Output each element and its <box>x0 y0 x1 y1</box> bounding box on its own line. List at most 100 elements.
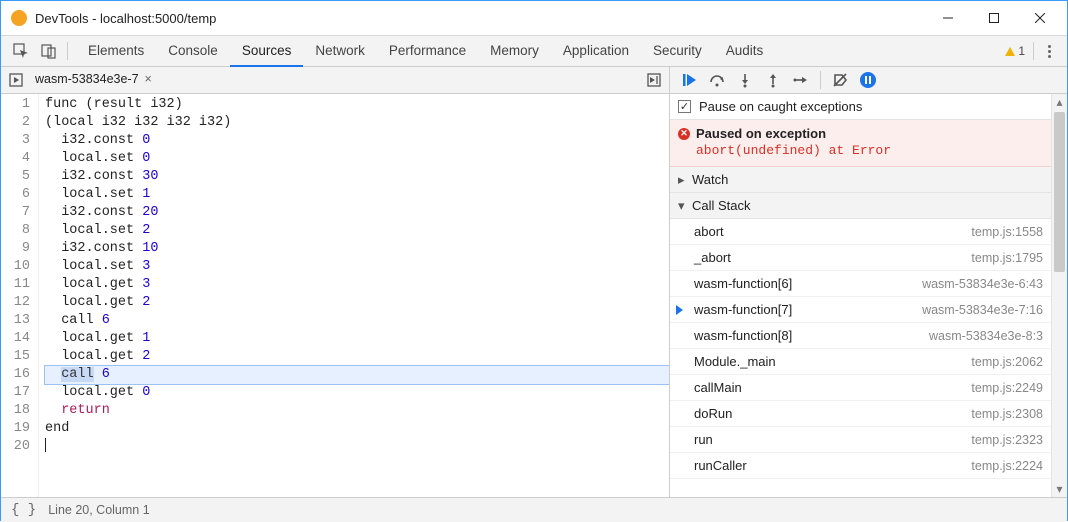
panel-tab-audits[interactable]: Audits <box>714 35 776 67</box>
code-line[interactable]: return <box>45 402 669 420</box>
panel-tab-security[interactable]: Security <box>641 35 714 67</box>
stack-frame[interactable]: wasm-function[6] wasm-53834e3e-6:43 <box>670 271 1051 297</box>
stack-frame[interactable]: _abort temp.js:1795 <box>670 245 1051 271</box>
window-close-button[interactable] <box>1017 3 1063 33</box>
stack-frame-location: temp.js:2224 <box>971 459 1043 473</box>
panel-tab-application[interactable]: Application <box>551 35 641 67</box>
code-line[interactable]: local.set 0 <box>45 150 669 168</box>
stack-frame[interactable]: doRun temp.js:2308 <box>670 401 1051 427</box>
stack-frame-function: wasm-function[8] <box>694 328 792 343</box>
stack-frame-function: abort <box>694 224 724 239</box>
panel-tab-elements[interactable]: Elements <box>76 35 156 67</box>
chevron-down-icon: ▾ <box>678 198 688 214</box>
step-out-button[interactable] <box>760 68 786 92</box>
stack-frame-location: wasm-53834e3e-7:16 <box>922 303 1043 317</box>
stack-frame-location: temp.js:2308 <box>971 407 1043 421</box>
panel-tab-sources[interactable]: Sources <box>230 35 304 67</box>
stack-frame-function: run <box>694 432 713 447</box>
checkbox-checked-icon[interactable] <box>678 100 691 113</box>
cursor-position: Line 20, Column 1 <box>48 503 149 517</box>
code-line[interactable]: local.get 2 <box>45 348 669 366</box>
code-area[interactable]: func (result i32)(local i32 i32 i32 i32)… <box>39 94 669 497</box>
code-line[interactable]: local.set 2 <box>45 222 669 240</box>
sidebar-content: Pause on caught exceptions ✕ Paused on e… <box>670 94 1051 497</box>
line-gutter: 1234567891011121314151617181920 <box>1 94 39 497</box>
stack-frame-location: temp.js:2062 <box>971 355 1043 369</box>
code-line[interactable]: local.get 0 <box>45 384 669 402</box>
window-maximize-button[interactable] <box>971 3 1017 33</box>
step-button[interactable] <box>788 68 814 92</box>
stack-frame[interactable]: run temp.js:2323 <box>670 427 1051 453</box>
code-line[interactable]: call 6 <box>45 366 669 384</box>
code-line[interactable]: (local i32 i32 i32 i32) <box>45 114 669 132</box>
deactivate-breakpoints-button[interactable] <box>827 68 853 92</box>
stack-frame-function: runCaller <box>694 458 747 473</box>
paused-exception-banner: ✕ Paused on exception abort(undefined) a… <box>670 120 1051 167</box>
code-line[interactable]: i32.const 20 <box>45 204 669 222</box>
file-tab-name: wasm-53834e3e-7 <box>35 72 139 86</box>
scroll-up-icon[interactable]: ▴ <box>1052 94 1067 110</box>
stack-frame[interactable]: wasm-function[8]wasm-53834e3e-8:3 <box>670 323 1051 349</box>
code-line[interactable]: end <box>45 420 669 438</box>
exception-title: Paused on exception <box>696 126 826 141</box>
file-tab-strip: wasm-53834e3e-7 × <box>1 67 669 94</box>
debugger-toolbar <box>670 67 1067 94</box>
stack-frame-location: wasm-53834e3e-6:43 <box>922 277 1043 291</box>
code-line[interactable] <box>45 438 669 456</box>
scroll-down-icon[interactable]: ▾ <box>1052 481 1067 497</box>
pretty-print-icon[interactable]: { } <box>11 502 36 518</box>
callstack-label: Call Stack <box>692 198 751 213</box>
toolbar-divider <box>67 42 68 60</box>
stack-frame-location: temp.js:1795 <box>971 251 1043 265</box>
panel-tab-network[interactable]: Network <box>303 35 377 67</box>
code-line[interactable]: func (result i32) <box>45 96 669 114</box>
resume-button[interactable] <box>676 68 702 92</box>
code-line[interactable]: i32.const 30 <box>45 168 669 186</box>
window-minimize-button[interactable] <box>925 3 971 33</box>
stack-frame-function: doRun <box>694 406 732 421</box>
sidebar-scrollbar[interactable]: ▴ ▾ <box>1051 94 1067 497</box>
step-into-button[interactable] <box>732 68 758 92</box>
watch-label: Watch <box>692 172 728 187</box>
code-line[interactable]: i32.const 0 <box>45 132 669 150</box>
watch-section-header[interactable]: ▸ Watch <box>670 167 1051 193</box>
scrollbar-thumb[interactable] <box>1054 112 1065 272</box>
pause-on-exceptions-button[interactable] <box>855 68 881 92</box>
close-tab-icon[interactable]: × <box>145 72 152 86</box>
pause-on-caught-row[interactable]: Pause on caught exceptions <box>670 94 1051 120</box>
devtools-app-icon <box>11 10 27 26</box>
show-navigator-icon[interactable] <box>5 69 27 91</box>
code-line[interactable]: i32.const 10 <box>45 240 669 258</box>
run-snippet-icon[interactable] <box>643 69 665 91</box>
warning-count: 1 <box>1018 44 1025 58</box>
code-line[interactable]: local.set 3 <box>45 258 669 276</box>
device-toggle-icon[interactable] <box>35 37 63 65</box>
stack-frame-function: _abort <box>694 250 731 265</box>
stack-frame[interactable]: aborttemp.js:1558 <box>670 219 1051 245</box>
panel-tab-performance[interactable]: Performance <box>377 35 478 67</box>
stack-frame-function: wasm-function[7] <box>694 302 792 317</box>
code-line[interactable]: local.get 3 <box>45 276 669 294</box>
inspect-element-icon[interactable] <box>7 37 35 65</box>
stack-frame[interactable]: wasm-function[7] wasm-53834e3e-7:16 <box>670 297 1051 323</box>
code-editor[interactable]: 1234567891011121314151617181920 func (re… <box>1 94 669 497</box>
stack-frame[interactable]: runCaller temp.js:2224 <box>670 453 1051 479</box>
file-tab[interactable]: wasm-53834e3e-7 × <box>27 67 160 93</box>
toolbar-divider <box>820 71 821 89</box>
step-over-button[interactable] <box>704 68 730 92</box>
stack-frame[interactable]: Module._maintemp.js:2062 <box>670 349 1051 375</box>
panel-tab-memory[interactable]: Memory <box>478 35 551 67</box>
stack-frame-location: temp.js:2323 <box>971 433 1043 447</box>
stack-frame-function: wasm-function[6] <box>694 276 792 291</box>
panel-tab-console[interactable]: Console <box>156 35 230 67</box>
error-icon: ✕ <box>678 128 690 140</box>
stack-frame[interactable]: callMaintemp.js:2249 <box>670 375 1051 401</box>
more-menu-button[interactable] <box>1038 45 1061 58</box>
code-line[interactable]: local.get 1 <box>45 330 669 348</box>
code-line[interactable]: call 6 <box>45 312 669 330</box>
call-stack-list: aborttemp.js:1558 _abort temp.js:1795 wasm-… <box>670 219 1051 479</box>
callstack-section-header[interactable]: ▾ Call Stack <box>670 193 1051 219</box>
code-line[interactable]: local.get 2 <box>45 294 669 312</box>
code-line[interactable]: local.set 1 <box>45 186 669 204</box>
warnings-badge[interactable]: 1 <box>1005 44 1025 58</box>
